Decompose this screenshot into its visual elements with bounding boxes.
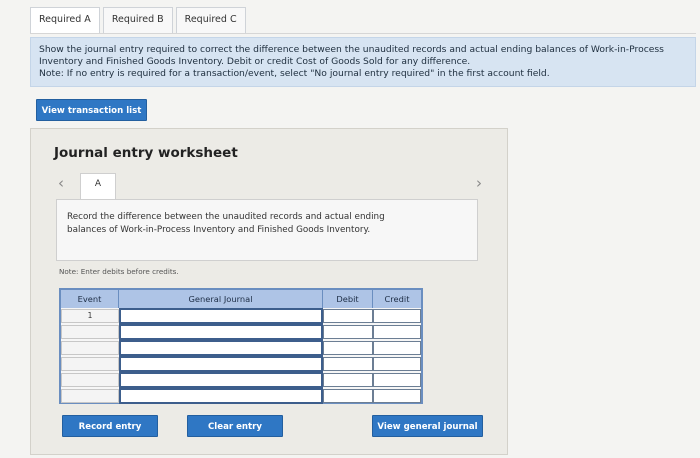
account-select[interactable] — [119, 372, 323, 388]
account-select[interactable] — [119, 308, 323, 324]
event-cell — [61, 373, 119, 387]
account-select[interactable] — [119, 356, 323, 372]
event-cell: 1 — [61, 309, 119, 323]
credit-input[interactable] — [373, 341, 421, 355]
debit-input[interactable] — [323, 357, 373, 371]
event-cell — [61, 389, 119, 403]
credit-input[interactable] — [373, 325, 421, 339]
debit-input[interactable] — [323, 389, 373, 403]
instructions-note: Note: If no entry is required for a tran… — [39, 68, 550, 80]
event-cell — [61, 325, 119, 339]
tab-bar: Required A Required B Required C — [30, 7, 249, 33]
clear-entry-button[interactable]: Clear entry — [187, 415, 283, 437]
account-select[interactable] — [119, 388, 323, 404]
credit-input[interactable] — [373, 309, 421, 323]
chevron-right-icon[interactable]: › — [476, 174, 482, 192]
credit-input[interactable] — [373, 357, 421, 371]
event-cell — [61, 341, 119, 355]
record-entry-button[interactable]: Record entry — [62, 415, 158, 437]
debit-input[interactable] — [323, 373, 373, 387]
view-general-journal-button[interactable]: View general journal — [372, 415, 483, 437]
journal-table: Event General Journal Debit Credit 1 — [59, 288, 423, 404]
record-instructions: Record the difference between the unaudi… — [56, 199, 478, 261]
tab-required-a[interactable]: Required A — [30, 7, 100, 33]
event-tab-a[interactable]: A — [80, 173, 116, 199]
header-credit: Credit — [373, 290, 421, 308]
instructions-line-2: Inventory and Finished Goods Inventory. … — [39, 56, 471, 68]
tab-required-b[interactable]: Required B — [102, 7, 173, 33]
view-transaction-list-button[interactable]: View transaction list — [36, 99, 147, 121]
account-select[interactable] — [119, 324, 323, 340]
debit-input[interactable] — [323, 309, 373, 323]
chevron-left-icon[interactable]: ‹ — [58, 174, 64, 192]
instructions-line-1: Show the journal entry required to corre… — [39, 44, 664, 55]
tab-required-c[interactable]: Required C — [175, 7, 246, 33]
tab-divider — [30, 33, 696, 34]
worksheet-title: Journal entry worksheet — [54, 145, 238, 161]
credit-input[interactable] — [373, 389, 421, 403]
credit-input[interactable] — [373, 373, 421, 387]
header-event: Event — [61, 290, 119, 308]
record-text-line-2: balances of Work-in-Process Inventory an… — [67, 225, 371, 235]
instructions-box: Show the journal entry required to corre… — [30, 37, 696, 87]
debit-input[interactable] — [323, 325, 373, 339]
debit-input[interactable] — [323, 341, 373, 355]
event-cell — [61, 357, 119, 371]
header-general-journal: General Journal — [119, 290, 323, 308]
account-select[interactable] — [119, 340, 323, 356]
debits-note: Note: Enter debits before credits. — [59, 267, 179, 276]
record-text-line-1: Record the difference between the unaudi… — [67, 212, 385, 222]
header-debit: Debit — [323, 290, 373, 308]
